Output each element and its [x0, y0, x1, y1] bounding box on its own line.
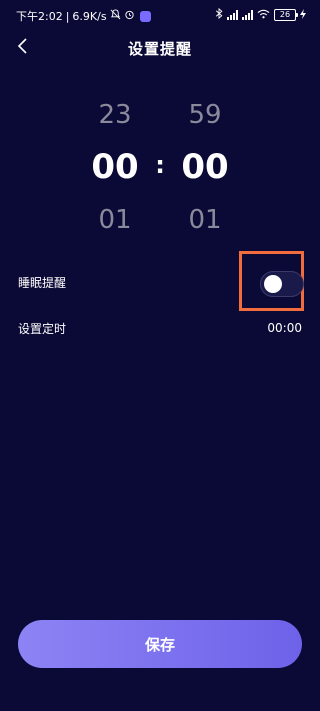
status-left: 下午2:02 | 6.9K/s: [16, 8, 151, 24]
charging-icon: [300, 8, 306, 22]
minute-next[interactable]: 01: [175, 205, 235, 235]
network-speed: 6.9K/s: [72, 9, 107, 23]
page-title: 设置提醒: [127, 40, 192, 58]
hour-selected[interactable]: 00: [85, 147, 145, 187]
status-right: 26: [215, 7, 306, 22]
set-timer-row[interactable]: 设置定时 00:00: [18, 313, 302, 343]
minute-prev[interactable]: 59: [175, 100, 235, 130]
toggle-highlight-box: [239, 251, 304, 311]
toggle-knob: [264, 275, 282, 293]
bluetooth-icon: [215, 7, 223, 22]
save-button[interactable]: 保存: [18, 620, 302, 668]
hour-prev[interactable]: 23: [85, 100, 145, 130]
alarm-icon: [124, 9, 135, 23]
time-picker[interactable]: 23 59 00 : 00 01 01: [0, 95, 320, 245]
wifi-icon: [257, 9, 270, 22]
signal-2-icon: [242, 10, 253, 20]
status-time: 下午2:02: [16, 10, 63, 23]
status-divider: |: [65, 9, 70, 23]
battery-icon: 26: [274, 9, 298, 21]
app-notification-icon: [139, 10, 151, 22]
top-bar: 设置提醒: [0, 30, 320, 64]
status-bar: 下午2:02 | 6.9K/s 26: [0, 0, 320, 30]
mute-icon: [110, 9, 121, 23]
minute-selected[interactable]: 00: [175, 147, 235, 187]
signal-1-icon: [227, 10, 238, 20]
time-separator: :: [155, 151, 165, 179]
sleep-reminder-toggle[interactable]: [260, 271, 304, 297]
sleep-reminder-label: 睡眠提醒: [18, 275, 67, 290]
hour-next[interactable]: 01: [85, 205, 145, 235]
set-timer-label: 设置定时: [18, 321, 67, 336]
set-timer-value: 00:00: [267, 321, 302, 335]
